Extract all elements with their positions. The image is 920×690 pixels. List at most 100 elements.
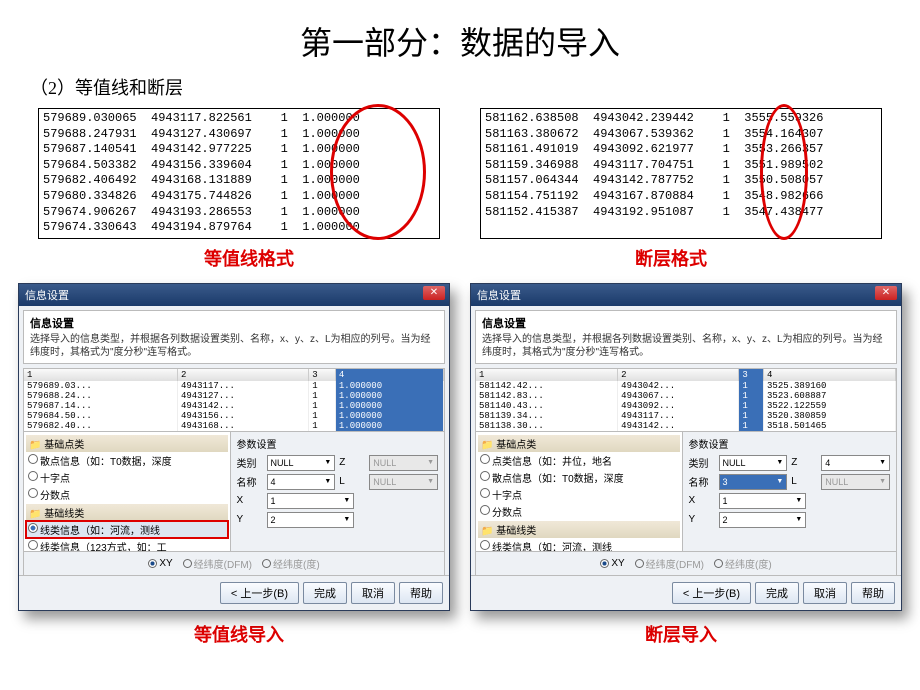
data-row: 581154.751192 4943167.870884 1 3548.9826… [485,189,877,205]
opt-line-123[interactable]: 线类信息（123方式，如：工 [26,538,228,552]
label-z: Z [791,457,817,468]
prev-button[interactable]: < 上一步(B) [220,582,299,604]
cell[interactable]: 1 [739,411,764,421]
label-type: 类别 [237,455,263,470]
page-title: 第一部分：数据的导入 [0,0,920,74]
cell[interactable]: 581139.34... [476,411,618,421]
cell[interactable]: 4943156... [177,411,308,421]
cell[interactable]: 1.000000 [335,391,443,401]
cell[interactable]: 4943042... [618,381,739,391]
cell[interactable]: 3518.501465 [764,421,896,431]
radio-xy[interactable]: XY [148,556,172,571]
data-grid[interactable]: 1234 581142.42...4943042...13525.3891605… [475,368,897,432]
cell[interactable]: 4943067... [618,391,739,401]
cell[interactable]: 581138.30... [476,421,618,431]
cell[interactable]: 3520.380859 [764,411,896,421]
radio-xy[interactable]: XY [600,556,624,571]
help-button[interactable]: 帮助 [851,582,895,604]
dd-z: NULL▼ [369,455,438,471]
cell[interactable]: 1 [739,391,764,401]
label-name: 名称 [689,474,715,489]
cell[interactable]: 579684.50... [24,411,177,421]
cell[interactable]: 1.000000 [335,411,443,421]
cell[interactable]: 579688.24... [24,391,177,401]
cell[interactable]: 4943168... [177,421,308,431]
col-header[interactable]: 4 [335,369,443,381]
col-header[interactable]: 4 [764,369,896,381]
cancel-button[interactable]: 取消 [803,582,847,604]
opt-cross[interactable]: 十字点 [478,486,680,503]
cell[interactable]: 4943142... [618,421,739,431]
dd-x[interactable]: 1▼ [719,493,807,509]
opt-line-river[interactable]: 线类信息（如：河流，测线 [478,538,680,552]
type-tree[interactable]: 📁 基础点类 点类信息（如：井位，地名 散点信息（如：T0数据，深度 十字点 分… [475,432,683,552]
col-header[interactable]: 2 [177,369,308,381]
close-icon[interactable]: ✕ [423,286,445,300]
prev-button[interactable]: < 上一步(B) [672,582,751,604]
close-icon[interactable]: ✕ [875,286,897,300]
section-header: 信息设置 选择导入的信息类型，并根据各列数据设置类别、名称，x、y、z、L为相应… [23,310,445,364]
cell[interactable]: 1.000000 [335,401,443,411]
dd-name[interactable]: 4▼ [267,474,336,490]
data-row: 579684.503382 4943156.339604 1 1.000000 [43,158,435,174]
cell[interactable]: 1 [309,421,336,431]
cell[interactable]: 3525.389160 [764,381,896,391]
data-row: 581162.638508 4943042.239442 1 3555.5593… [485,111,877,127]
finish-button[interactable]: 完成 [303,582,347,604]
cell[interactable]: 1 [309,411,336,421]
cell[interactable]: 4943092... [618,401,739,411]
dd-y[interactable]: 2▼ [267,512,355,528]
data-grid[interactable]: 1234 579689.03...4943117...11.0000005796… [23,368,445,432]
dd-name[interactable]: 3▼ [719,474,788,490]
dd-x[interactable]: 1▼ [267,493,355,509]
cell[interactable]: 1.000000 [335,421,443,431]
cell[interactable]: 579689.03... [24,381,177,391]
type-tree[interactable]: 📁 基础点类 散点信息（如：T0数据，深度 十字点 分数点 📁 基础线类 线类信… [23,432,231,552]
col-header[interactable]: 3 [309,369,336,381]
help-button[interactable]: 帮助 [399,582,443,604]
section-desc: 选择导入的信息类型，并根据各列数据设置类别、名称，x、y、z、L为相应的列号。当… [30,333,438,359]
param-title: 参数设置 [689,436,891,451]
opt-line-river[interactable]: 线类信息（如：河流，测线 [26,521,228,538]
dd-type[interactable]: NULL▼ [267,455,336,471]
cell[interactable]: 1 [309,401,336,411]
cell[interactable]: 3523.608887 [764,391,896,401]
cell[interactable]: 4943127... [177,391,308,401]
opt-scatter[interactable]: 散点信息（如：T0数据，深度 [26,452,228,469]
cell[interactable]: 581142.83... [476,391,618,401]
cell[interactable]: 1 [309,391,336,401]
col-header[interactable]: 1 [476,369,618,381]
cell[interactable]: 4943142... [177,401,308,411]
cell[interactable]: 1 [739,421,764,431]
category-base-lines[interactable]: 📁 基础线类 [26,504,228,521]
dd-type[interactable]: NULL▼ [719,455,788,471]
cancel-button[interactable]: 取消 [351,582,395,604]
col-header[interactable]: 3 [739,369,764,381]
dd-y[interactable]: 2▼ [719,512,807,528]
opt-fraction[interactable]: 分数点 [478,503,680,520]
data-row: 579674.330643 4943194.879764 1 1.000000 [43,220,435,236]
cell[interactable]: 1.000000 [335,381,443,391]
dd-z[interactable]: 4▼ [821,455,890,471]
opt-point[interactable]: 点类信息（如：井位，地名 [478,452,680,469]
finish-button[interactable]: 完成 [755,582,799,604]
opt-fraction[interactable]: 分数点 [26,486,228,503]
col-header[interactable]: 1 [24,369,177,381]
cell[interactable]: 1 [739,401,764,411]
cell[interactable]: 579687.14... [24,401,177,411]
category-base-points[interactable]: 📁 基础点类 [26,435,228,452]
cell[interactable]: 3522.122559 [764,401,896,411]
cell[interactable]: 581140.43... [476,401,618,411]
category-base-points[interactable]: 📁 基础点类 [478,435,680,452]
cell[interactable]: 4943117... [618,411,739,421]
cell[interactable]: 1 [739,381,764,391]
data-row: 579682.406492 4943168.131889 1 1.000000 [43,173,435,189]
cell[interactable]: 581142.42... [476,381,618,391]
cell[interactable]: 4943117... [177,381,308,391]
cell[interactable]: 1 [309,381,336,391]
category-base-lines[interactable]: 📁 基础线类 [478,521,680,538]
opt-scatter[interactable]: 散点信息（如：T0数据，深度 [478,469,680,486]
col-header[interactable]: 2 [618,369,739,381]
opt-cross[interactable]: 十字点 [26,469,228,486]
cell[interactable]: 579682.40... [24,421,177,431]
